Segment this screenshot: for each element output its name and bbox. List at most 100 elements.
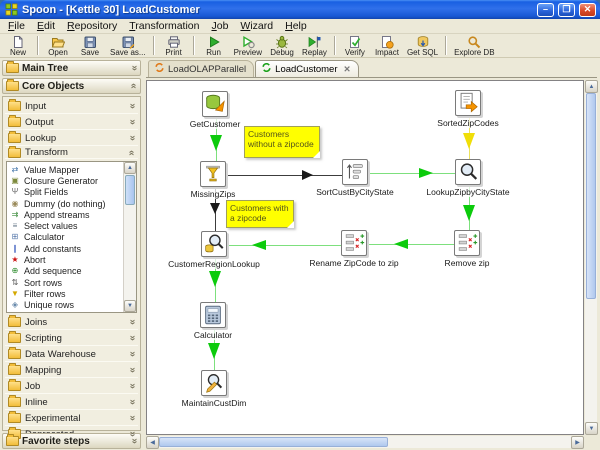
print-icon <box>167 35 181 48</box>
tab-loadcustomer[interactable]: LoadCustomer ✕ <box>255 60 359 77</box>
step-label: SortCustByCityState <box>316 187 394 197</box>
steplist-item-calculator[interactable]: ⊞ Calculator <box>10 232 123 243</box>
section-main-tree[interactable]: Main Tree » <box>2 60 141 76</box>
folder-input[interactable]: Input » <box>5 99 138 114</box>
menu-job[interactable]: Job <box>205 19 234 33</box>
steplist-item-append-streams[interactable]: ⇉ Append streams <box>10 209 123 220</box>
steplist-item-select-values[interactable]: ≡ Select values <box>10 220 123 231</box>
close-tab-icon[interactable]: ✕ <box>341 64 350 75</box>
menu-wizard[interactable]: Wizard <box>234 19 279 33</box>
steplist-item-add-constants[interactable]: ∥ Add constants <box>10 243 123 254</box>
toolbar-replay-button[interactable]: Replay <box>298 34 331 57</box>
folder-label: Data Warehouse <box>25 348 96 360</box>
hop-arrow-icon <box>394 239 408 249</box>
folder-icon <box>8 379 21 391</box>
section-favorite-steps[interactable]: Favorite steps » <box>2 433 141 449</box>
add-constants-icon: ∥ <box>13 243 17 253</box>
folder-scripting[interactable]: Scripting » <box>5 331 138 346</box>
toolbar-open-button[interactable]: Open <box>42 34 74 57</box>
steplist-item-sort-rows[interactable]: ⇅ Sort rows <box>10 277 123 288</box>
scroll-down-icon[interactable]: ▼ <box>124 300 136 312</box>
step-maintaincustdim[interactable]: MaintainCustDim <box>181 370 247 408</box>
folder-mapping[interactable]: Mapping » <box>5 363 138 378</box>
chevron-down-icon: » <box>127 335 139 341</box>
hop-arrow-icon <box>208 343 220 359</box>
canvas-note-2[interactable]: Customers with a zipcode <box>226 200 294 228</box>
menu-file[interactable]: File <box>2 19 31 33</box>
scroll-left-icon[interactable]: ◀ <box>146 436 159 449</box>
folder-experimental[interactable]: Experimental » <box>5 411 138 426</box>
step-customerregionlookup[interactable]: CustomerRegionLookup <box>168 231 260 269</box>
tab-loadolapparallel[interactable]: LoadOLAPParallel <box>148 60 255 77</box>
step-lookupzipbycitystate[interactable]: LookupZipbyCityState <box>426 159 510 197</box>
toolbar-save-button[interactable]: Save <box>74 34 106 57</box>
menu-transformation[interactable]: Transformation <box>123 19 205 33</box>
toolbar-print-button[interactable]: Print <box>158 34 190 57</box>
step-sortedzipcodes[interactable]: SortedZipCodes <box>437 90 499 128</box>
scroll-right-icon[interactable]: ▶ <box>571 436 584 449</box>
step-label: MissingZips <box>190 189 236 199</box>
canvas-note-1[interactable]: Customers without a zipcode <box>244 126 320 158</box>
chevron-down-icon: » <box>127 383 139 389</box>
steplist-item-value-mapper[interactable]: ⇄ Value Mapper <box>10 164 123 175</box>
canvas-vertical-scrollbar[interactable]: ▲ ▼ <box>585 80 598 435</box>
folder-job[interactable]: Job » <box>5 379 138 394</box>
toolbar-label: Verify <box>344 48 365 57</box>
steplist-item-label: Filter rows <box>24 288 66 299</box>
toolbar-separator <box>37 36 39 55</box>
scroll-thumb[interactable] <box>159 437 388 447</box>
filter-rows-icon: ▼ <box>11 288 19 298</box>
folder-output[interactable]: Output » <box>5 115 138 130</box>
select-values-icon <box>454 230 480 256</box>
section-core-objects[interactable]: Core Objects » <box>2 78 141 94</box>
steplist-item-abort[interactable]: ★ Abort <box>10 254 123 265</box>
core-objects-label: Core Objects <box>22 80 85 92</box>
new-icon <box>11 35 25 48</box>
tab-label: LoadOLAPParallel <box>168 63 247 75</box>
steplist-item-dummy-do-nothing[interactable]: ◉ Dummy (do nothing) <box>10 198 123 209</box>
toolbar-save-as-button[interactable]: Save as... <box>106 34 150 57</box>
step-missingzips[interactable]: MissingZips <box>190 161 236 199</box>
main-area: Main Tree » Core Objects » Input » Output »… <box>0 58 600 450</box>
toolbar-debug-button[interactable]: Debug <box>266 34 298 57</box>
folder-inline[interactable]: Inline » <box>5 395 138 410</box>
step-getcustomer[interactable]: GetCustomer <box>189 91 241 129</box>
steplist-item-label: Closure Generator <box>24 175 99 186</box>
step-rename-zipcode-to-zip[interactable]: Rename ZipCode to zip <box>309 230 399 268</box>
minimize-button[interactable]: – <box>537 2 554 17</box>
steplist-item-unique-rows[interactable]: ◈ Unique rows <box>10 300 123 311</box>
close-button[interactable]: ✕ <box>579 2 596 17</box>
step-list-scrollbar[interactable]: ▲ ▼ <box>123 162 136 312</box>
step-sortcustbycitystate[interactable]: SortCustByCityState <box>316 159 394 197</box>
transformation-canvas[interactable]: Customers without a zipcode Customers wit… <box>146 80 584 435</box>
menu-repository[interactable]: Repository <box>61 19 123 33</box>
menu-edit[interactable]: Edit <box>31 19 61 33</box>
step-calculator[interactable]: Calculator <box>193 302 233 340</box>
chevron-up-icon: » <box>126 149 138 156</box>
canvas-horizontal-scrollbar[interactable]: ◀ ▶ <box>146 436 584 449</box>
steplist-item-filter-rows[interactable]: ▼ Filter rows <box>10 288 123 299</box>
scroll-up-icon[interactable]: ▲ <box>124 162 136 174</box>
folder-transform[interactable]: Transform » <box>5 145 138 159</box>
toolbar-get-sql-button[interactable]: Get SQL <box>403 34 442 57</box>
steplist-item-split-fields[interactable]: Ψ Split Fields <box>10 187 123 198</box>
toolbar-verify-button[interactable]: Verify <box>339 34 371 57</box>
toolbar-run-button[interactable]: Run <box>198 34 230 57</box>
scroll-thumb[interactable] <box>125 175 135 205</box>
toolbar-new-button[interactable]: New <box>2 34 34 57</box>
toolbar-impact-button[interactable]: Impact <box>371 34 403 57</box>
scroll-down-icon[interactable]: ▼ <box>585 422 598 435</box>
folder-data-warehouse[interactable]: Data Warehouse » <box>5 347 138 362</box>
steplist-item-add-sequence[interactable]: ⊕ Add sequence <box>10 266 123 277</box>
toolbar-explore-db-button[interactable]: Explore DB <box>450 34 498 57</box>
folder-joins[interactable]: Joins » <box>5 315 138 330</box>
maximize-button[interactable]: ❐ <box>558 2 575 17</box>
steplist-item-label: Select values <box>24 221 78 232</box>
toolbar-preview-button[interactable]: Preview <box>230 34 266 57</box>
steplist-item-closure-generator[interactable]: ▣ Closure Generator <box>10 175 123 186</box>
folder-lookup[interactable]: Lookup » <box>5 131 138 146</box>
scroll-up-icon[interactable]: ▲ <box>585 80 598 93</box>
scroll-thumb[interactable] <box>586 93 596 299</box>
step-remove-zip[interactable]: Remove zip <box>444 230 490 268</box>
menu-help[interactable]: Help <box>279 19 313 33</box>
